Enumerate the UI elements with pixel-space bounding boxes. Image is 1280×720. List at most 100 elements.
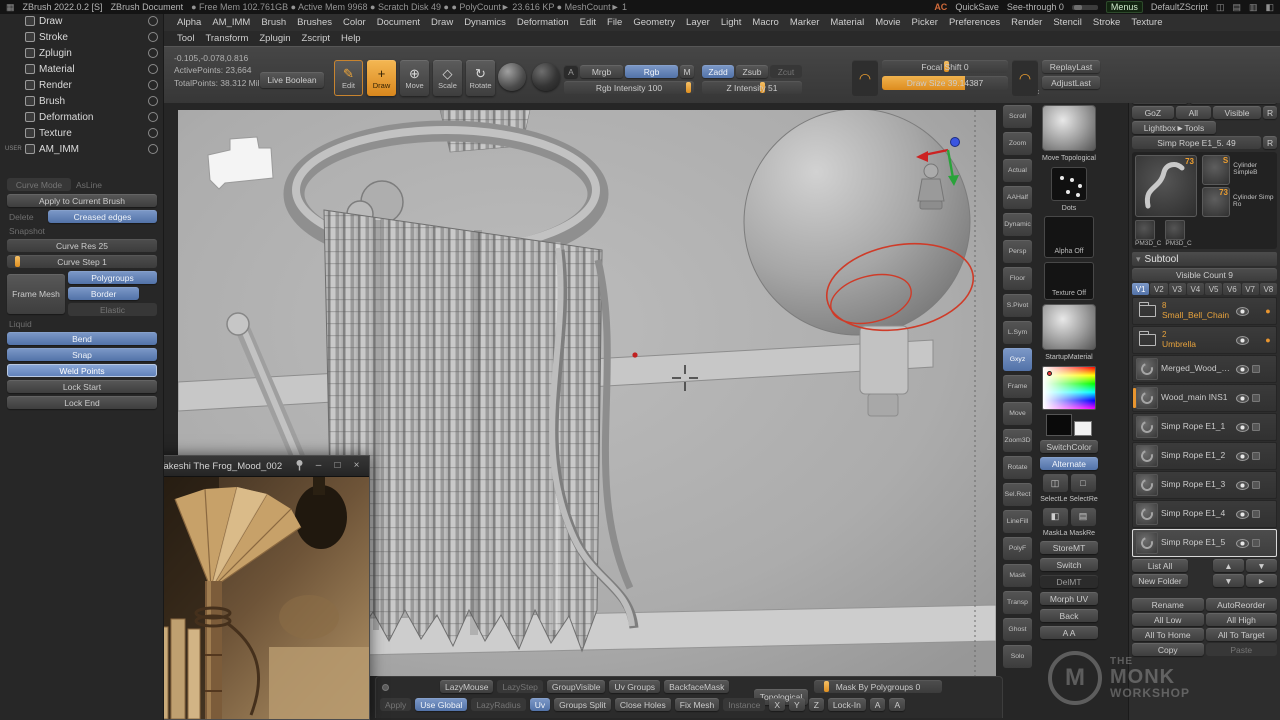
- restore-circle-icon[interactable]: [148, 32, 158, 42]
- subtool-item[interactable]: Simp Rope E1_5 ●: [1132, 529, 1277, 557]
- brush-option-button[interactable]: Y: [789, 698, 805, 711]
- visibility-tab[interactable]: V6: [1223, 283, 1240, 295]
- brush-option-button[interactable]: Z: [809, 698, 824, 711]
- subtool-item[interactable]: Simp Rope E1_1 ●: [1132, 413, 1277, 441]
- menu-item[interactable]: Layer: [681, 16, 715, 29]
- restore-circle-icon[interactable]: [148, 16, 158, 26]
- menu-item[interactable]: Document: [372, 16, 425, 29]
- restore-circle-icon[interactable]: [148, 64, 158, 74]
- liquid-button[interactable]: Liquid: [7, 319, 157, 329]
- menu-item[interactable]: Preferences: [944, 16, 1005, 29]
- shelf-button[interactable]: PolyF: [1003, 537, 1032, 560]
- scale-button[interactable]: ◇ Scale: [433, 60, 462, 96]
- menu-item[interactable]: Dynamics: [459, 16, 511, 29]
- lightbox-tools-button[interactable]: Lightbox►Tools: [1132, 121, 1216, 134]
- restore-circle-icon[interactable]: [148, 96, 158, 106]
- elastic-button[interactable]: Elastic: [68, 303, 157, 316]
- restore-circle-icon[interactable]: [148, 80, 158, 90]
- visibility-tab[interactable]: V4: [1187, 283, 1204, 295]
- draw-size-slider[interactable]: Draw Size 39.14387: [882, 76, 1008, 90]
- menu-item[interactable]: Brushes: [292, 16, 337, 29]
- anchor-button[interactable]: A: [564, 65, 578, 78]
- eye-icon[interactable]: [1236, 394, 1249, 403]
- brush-option-button[interactable]: Uv: [530, 698, 550, 711]
- layout-rows-icon[interactable]: ▤: [1232, 3, 1241, 12]
- menu-item[interactable]: Picker: [907, 16, 943, 29]
- all-high-button[interactable]: All High: [1206, 613, 1278, 626]
- brush-option-button[interactable]: A: [889, 698, 905, 711]
- default-zscript-button[interactable]: DefaultZScript: [1151, 2, 1208, 12]
- tool-thumbnail[interactable]: 73: [1202, 187, 1230, 217]
- menu-item[interactable]: Edit: [575, 16, 601, 29]
- menu-item[interactable]: Light: [716, 16, 747, 29]
- minimize-button[interactable]: –: [312, 461, 325, 471]
- main-color-swatch[interactable]: [1046, 414, 1072, 436]
- brush-widget-icon[interactable]: [1252, 423, 1260, 431]
- close-button[interactable]: ×: [350, 461, 363, 471]
- tool-thumbnail[interactable]: S: [1202, 155, 1230, 185]
- shelf-button[interactable]: AAHalf: [1003, 186, 1032, 209]
- snapshot-button[interactable]: Snapshot: [7, 226, 157, 236]
- shelf-button[interactable]: Persp: [1003, 240, 1032, 263]
- shelf-button[interactable]: Transp: [1003, 591, 1032, 614]
- menus-toggle[interactable]: Menus: [1106, 1, 1143, 13]
- see-through-slider[interactable]: [1072, 5, 1098, 10]
- visible-count-slider[interactable]: Visible Count 9: [1132, 268, 1277, 281]
- subtool-item[interactable]: Merged_Wood_main INS ●: [1132, 355, 1277, 383]
- eye-icon[interactable]: [1236, 510, 1249, 519]
- live-boolean-button[interactable]: Live Boolean: [260, 72, 324, 88]
- menu-item[interactable]: Zplugin: [254, 32, 295, 45]
- store-mt-button[interactable]: StoreMT: [1040, 541, 1098, 554]
- r-button[interactable]: R: [1263, 136, 1277, 149]
- visibility-tab[interactable]: V8: [1260, 283, 1277, 295]
- restore-circle-icon[interactable]: [148, 144, 158, 154]
- brush-option-button[interactable]: BackfaceMask: [664, 680, 729, 693]
- reference-window-titlebar[interactable]: *Takeshi The Frog_Mood_002 – □ ×: [149, 456, 369, 477]
- folder-gear-icon[interactable]: ●: [1263, 335, 1273, 345]
- weld-points-button[interactable]: Weld Points: [7, 364, 157, 377]
- palette-item[interactable]: Zplugin: [0, 45, 163, 61]
- menu-item[interactable]: Alpha: [172, 16, 206, 29]
- sculptris-pro-button[interactable]: [498, 63, 526, 91]
- switch-button[interactable]: Switch: [1040, 558, 1098, 571]
- move-button[interactable]: ⊕ Move: [400, 60, 429, 96]
- menu-item[interactable]: Help: [336, 32, 366, 45]
- select-rect-button[interactable]: □: [1071, 474, 1096, 492]
- del-mt-button[interactable]: DelMT: [1040, 575, 1098, 588]
- lock-start-button[interactable]: Lock Start: [7, 380, 157, 393]
- maximize-button[interactable]: □: [331, 461, 344, 471]
- palette-item[interactable]: Draw: [0, 13, 163, 29]
- menu-item[interactable]: AM_IMM: [207, 16, 255, 29]
- shelf-button[interactable]: Scroll: [1003, 105, 1032, 128]
- palette-item[interactable]: Stroke: [0, 29, 163, 45]
- palette-item[interactable]: Material: [0, 61, 163, 77]
- goz-all-button[interactable]: All: [1176, 106, 1211, 119]
- rgb-intensity-slider[interactable]: Rgb Intensity 100: [564, 81, 694, 94]
- curve-res-slider[interactable]: Curve Res 25: [7, 239, 157, 252]
- current-stroke-thumbnail[interactable]: [1051, 167, 1087, 201]
- brush-widget-icon[interactable]: [1252, 452, 1260, 460]
- eye-icon[interactable]: [1236, 481, 1249, 490]
- tool-thumbnail[interactable]: [1165, 220, 1185, 240]
- shelf-button[interactable]: Floor: [1003, 267, 1032, 290]
- copy-subtool-button[interactable]: Copy: [1132, 643, 1204, 656]
- move-out-button[interactable]: ►: [1246, 574, 1277, 587]
- color-picker[interactable]: [1042, 366, 1096, 410]
- apply-to-current-brush-button[interactable]: Apply to Current Brush: [7, 194, 157, 207]
- switch-color-button[interactable]: SwitchColor: [1040, 440, 1098, 453]
- eye-icon[interactable]: [1236, 423, 1249, 432]
- goz-r-button[interactable]: R: [1263, 106, 1277, 119]
- polygroups-button[interactable]: Polygroups: [68, 271, 157, 284]
- list-all-button[interactable]: List All: [1132, 559, 1188, 572]
- brush-widget-icon[interactable]: [1252, 481, 1260, 489]
- new-folder-button[interactable]: New Folder: [1132, 574, 1188, 587]
- rotate-button[interactable]: ↻ Rotate: [466, 60, 495, 96]
- restore-circle-icon[interactable]: [148, 128, 158, 138]
- menu-item[interactable]: Stencil: [1048, 16, 1087, 29]
- quicksave-button[interactable]: QuickSave: [955, 2, 999, 12]
- eye-icon[interactable]: [1236, 452, 1249, 461]
- mask-lasso-button[interactable]: ◧: [1043, 508, 1068, 526]
- active-tool-thumbnail[interactable]: 73: [1135, 155, 1197, 217]
- paste-subtool-button[interactable]: Paste: [1206, 643, 1278, 656]
- mrgb-button[interactable]: Mrgb: [580, 65, 623, 78]
